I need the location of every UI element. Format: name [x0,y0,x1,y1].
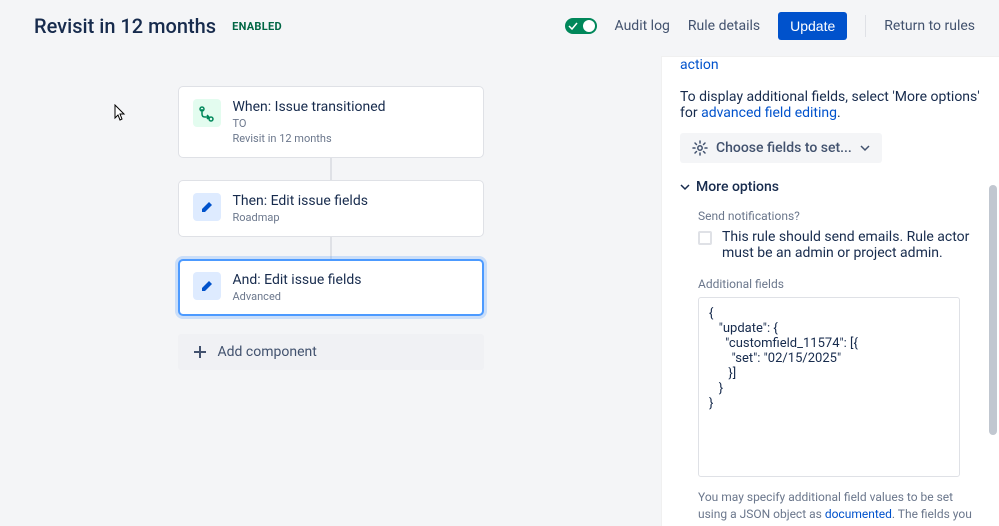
add-component-button[interactable]: Add component [178,334,484,370]
more-options-toggle[interactable]: More options [680,179,981,195]
divider [865,15,866,37]
checkbox-label: This rule should send emails. Rule actor… [722,229,981,261]
chevron-down-icon [680,182,690,192]
card-title: When: Issue transitioned [233,99,386,115]
help-text: You may specify additional field values … [698,489,981,526]
chevron-down-icon [860,143,870,153]
card-sub-to: TO [233,117,386,130]
update-button[interactable]: Update [778,12,847,40]
action-card-and[interactable]: And: Edit issue fields Advanced [178,259,484,316]
more-options-label: More options [696,179,779,195]
return-link[interactable]: Return to rules [884,18,975,34]
scrollbar-thumb[interactable] [989,185,997,435]
choose-fields-label: Choose fields to set... [716,140,852,156]
notifications-label: Send notifications? [698,209,981,223]
card-title: And: Edit issue fields [233,272,362,288]
action-link[interactable]: action [680,57,719,73]
gear-icon [692,140,708,156]
branch-icon [193,99,221,127]
card-sub: Advanced [233,290,362,303]
pencil-icon [193,272,221,300]
audit-log-link[interactable]: Audit log [615,18,670,34]
add-component-label: Add component [218,344,317,360]
card-title: Then: Edit issue fields [233,193,368,209]
additional-fields-label: Additional fields [698,277,981,291]
cursor-icon [114,104,128,122]
choose-fields-button[interactable]: Choose fields to set... [680,133,882,163]
page-title: Revisit in 12 months [34,14,216,38]
help-paragraph: To display additional fields, select 'Mo… [680,89,981,121]
card-sub: Roadmap [233,211,368,224]
enable-toggle[interactable] [565,18,597,34]
connector [330,237,332,259]
plus-icon [192,344,208,360]
documented-link[interactable]: documented [825,507,892,521]
trigger-card-when[interactable]: When: Issue transitioned TO Revisit in 1… [178,86,484,158]
connector [330,158,332,180]
send-emails-checkbox[interactable] [698,231,712,245]
check-icon [568,20,578,32]
action-card-then[interactable]: Then: Edit issue fields Roadmap [178,180,484,237]
pencil-icon [193,193,221,221]
rule-details-link[interactable]: Rule details [688,18,760,34]
card-sub-status: Revisit in 12 months [233,132,386,145]
status-badge: ENABLED [232,18,282,35]
additional-fields-textarea[interactable] [698,297,960,477]
side-panel: action To display additional fields, sel… [661,56,999,526]
advanced-field-editing-link[interactable]: advanced field editing [701,105,837,121]
